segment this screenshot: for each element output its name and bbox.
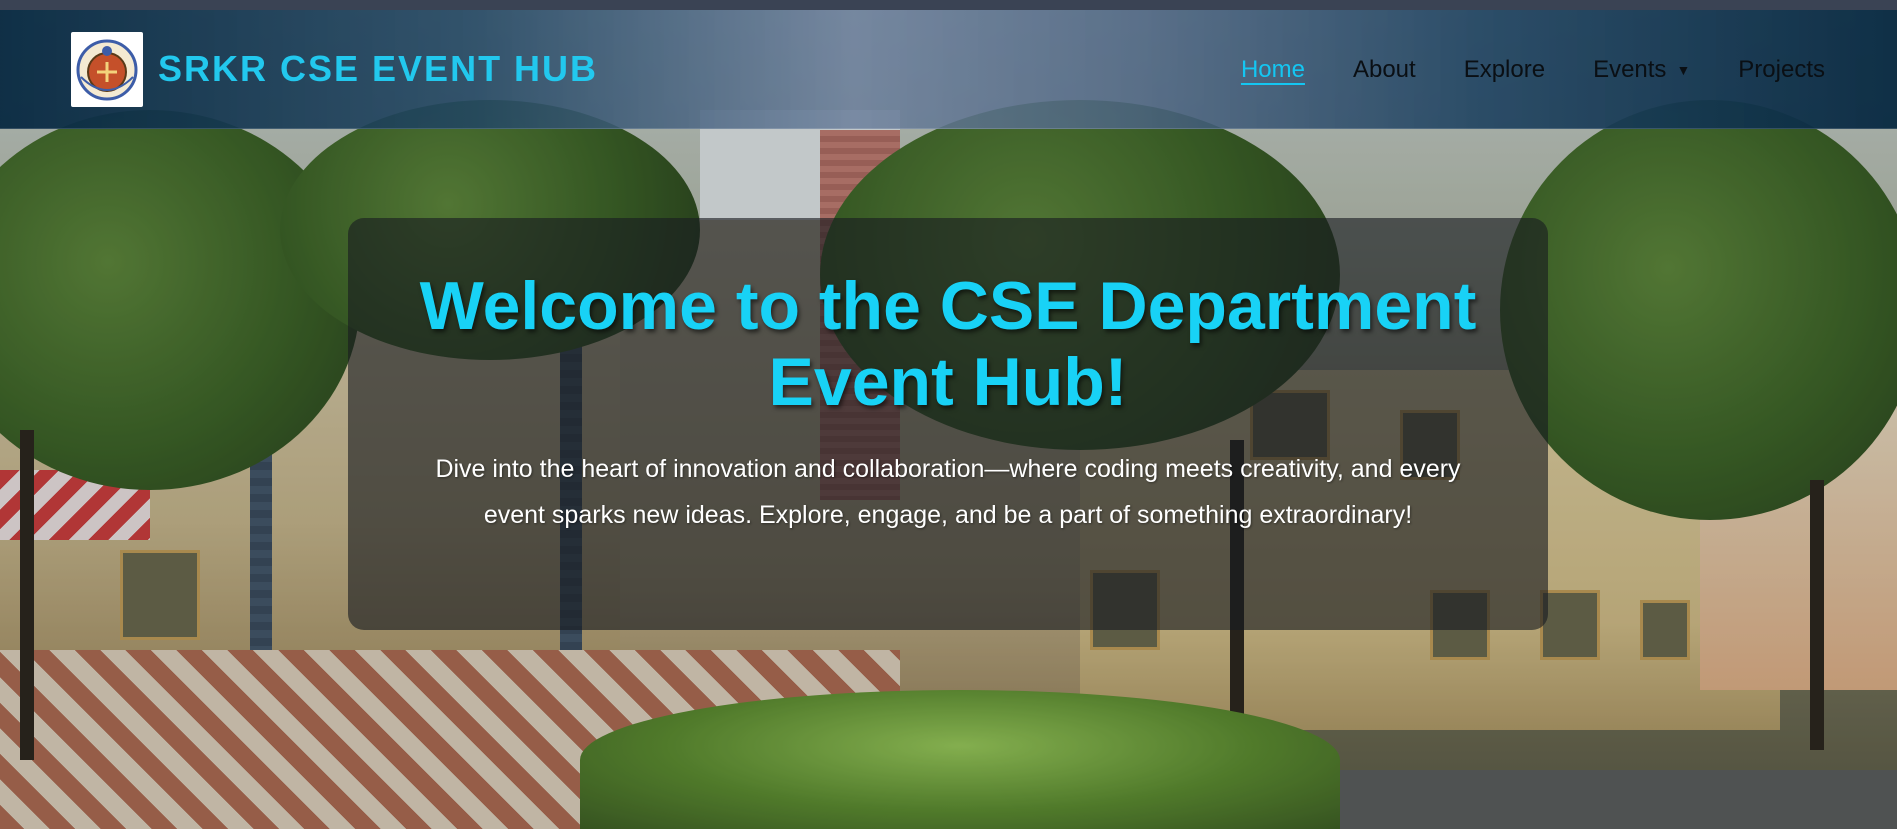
main-nav: Home About Explore Events ▼ Projects xyxy=(1241,52,1825,88)
nav-projects-link[interactable]: Projects xyxy=(1738,56,1825,84)
nav-events-dropdown[interactable]: Events ▼ xyxy=(1593,56,1690,84)
caret-down-icon: ▼ xyxy=(1676,62,1691,78)
navbar: SRKR CSE EVENT HUB Home About Explore Ev… xyxy=(0,10,1897,129)
site-brand-title[interactable]: SRKR CSE EVENT HUB xyxy=(158,48,598,90)
college-emblem-icon[interactable] xyxy=(71,32,143,107)
nav-home-link[interactable]: Home xyxy=(1241,56,1305,84)
nav-about-link[interactable]: About xyxy=(1353,56,1416,84)
window-top-strip xyxy=(0,0,1897,10)
hero-title: Welcome to the CSE Department Event Hub! xyxy=(419,268,1477,420)
nav-events-label: Events xyxy=(1593,56,1667,83)
welcome-card: Welcome to the CSE Department Event Hub!… xyxy=(348,218,1548,630)
hero-description: Dive into the heart of innovation and co… xyxy=(435,455,1461,529)
emblem-graphic xyxy=(76,39,138,100)
nav-explore-link[interactable]: Explore xyxy=(1464,56,1545,84)
